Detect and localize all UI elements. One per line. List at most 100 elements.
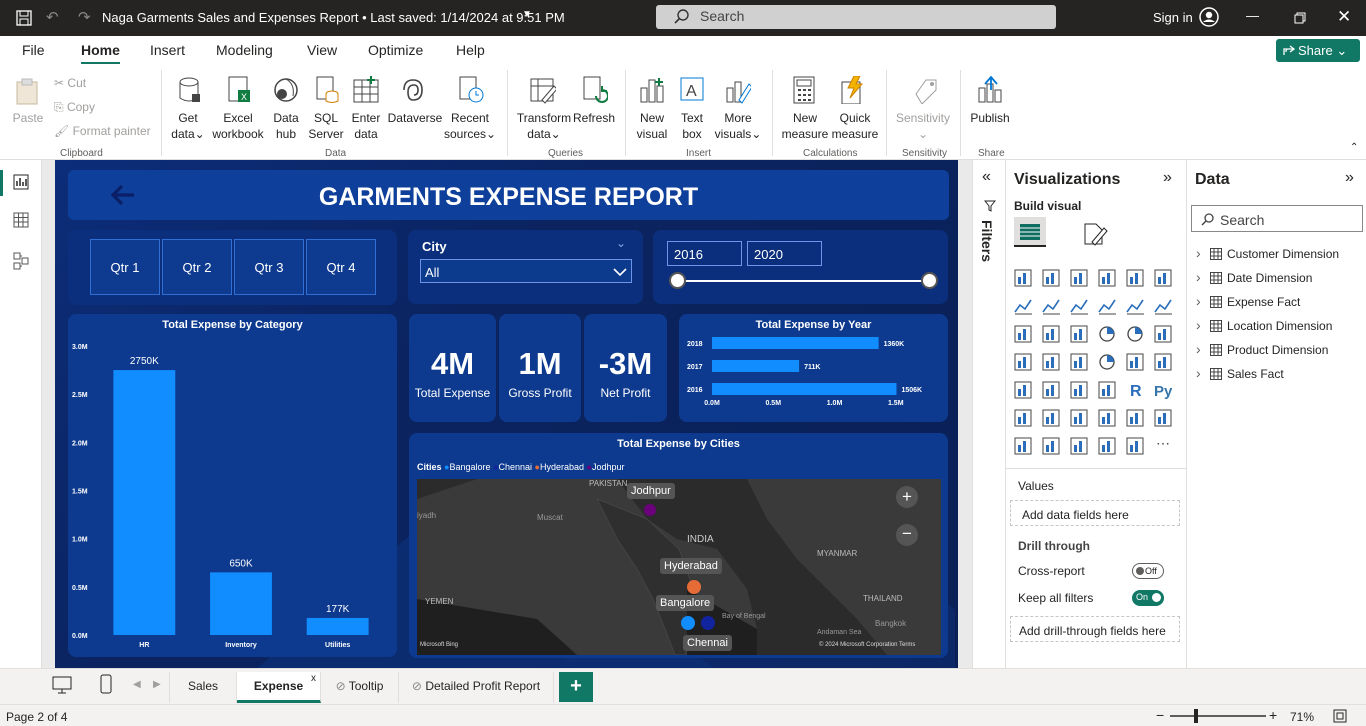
year-range-start-handle[interactable] bbox=[669, 272, 686, 289]
publish-button[interactable]: Publish bbox=[968, 110, 1012, 126]
line-clustered-icon[interactable] bbox=[1126, 299, 1144, 315]
year-from-input[interactable]: 2016 bbox=[667, 241, 742, 266]
page-tab-tooltip[interactable]: ⊘ Tooltip bbox=[321, 672, 399, 703]
zoom-out-icon[interactable]: − bbox=[1156, 707, 1164, 723]
year-range-end-handle[interactable] bbox=[921, 272, 938, 289]
expand-filters-icon[interactable]: « bbox=[982, 168, 991, 186]
custom-visual-icon[interactable] bbox=[1070, 437, 1088, 455]
format-visual-icon[interactable] bbox=[1082, 222, 1108, 246]
more-visuals-button[interactable]: More visuals⌄ bbox=[714, 110, 762, 142]
narrative-icon[interactable] bbox=[1098, 409, 1116, 427]
menu-insert[interactable]: Insert bbox=[150, 42, 185, 58]
add-drill-through-well[interactable]: Add drill-through fields here bbox=[1010, 616, 1180, 642]
quarter-button-4[interactable]: Qtr 4 bbox=[306, 239, 376, 295]
clustered-bar-icon[interactable] bbox=[1070, 269, 1088, 287]
zoom-in-icon[interactable]: + bbox=[1269, 707, 1277, 723]
quick-measure-button[interactable]: Quick measure bbox=[830, 110, 880, 142]
page-tab-expense[interactable]: Expense x bbox=[237, 672, 321, 703]
line-chart-icon[interactable] bbox=[1014, 299, 1032, 315]
chevron-right-icon[interactable]: › bbox=[1196, 269, 1201, 285]
quarter-button-1[interactable]: Qtr 1 bbox=[90, 239, 160, 295]
slicer-icon[interactable] bbox=[1042, 381, 1060, 399]
bubble-bangalore[interactable] bbox=[681, 616, 695, 630]
fit-to-page-icon[interactable] bbox=[1333, 709, 1347, 723]
menu-optimize[interactable]: Optimize bbox=[368, 42, 423, 58]
save-icon[interactable] bbox=[16, 10, 32, 26]
collapse-data-icon[interactable]: » bbox=[1345, 169, 1354, 187]
zoom-slider-track[interactable] bbox=[1170, 715, 1266, 717]
azure-map-icon[interactable] bbox=[1070, 353, 1088, 371]
map-zoom-out-button[interactable]: − bbox=[896, 524, 918, 546]
page-tab-detailed-profit[interactable]: ⊘ Detailed Profit Report bbox=[399, 672, 554, 703]
year-to-input[interactable]: 2020 bbox=[747, 241, 822, 266]
card-icon[interactable] bbox=[1126, 353, 1144, 371]
expense-by-category-chart[interactable]: Total Expense by Category 0.0M 0.5M 1.0M 1.… bbox=[68, 314, 397, 657]
expense-by-year-chart[interactable]: Total Expense by Year 2018 1360K 2017 711K 2… bbox=[679, 314, 948, 422]
refresh-button[interactable]: Refresh bbox=[572, 110, 616, 126]
text-box-button[interactable]: Text box bbox=[674, 110, 710, 142]
chevron-right-icon[interactable]: › bbox=[1196, 365, 1201, 381]
visual-type-gallery[interactable]: R Py ⋯ bbox=[1014, 268, 1184, 464]
city-dropdown[interactable]: All bbox=[420, 259, 632, 283]
account-icon[interactable] bbox=[1199, 7, 1219, 27]
data-hub-button[interactable]: Data hub bbox=[268, 110, 304, 142]
restore-icon[interactable] bbox=[1294, 12, 1306, 24]
zoom-slider-handle[interactable] bbox=[1194, 709, 1198, 723]
menu-home[interactable]: Home bbox=[81, 42, 120, 65]
menu-modeling[interactable]: Modeling bbox=[216, 42, 273, 58]
donut-chart-icon[interactable] bbox=[1127, 326, 1143, 342]
collapse-viz-icon[interactable]: » bbox=[1163, 169, 1172, 187]
close-icon[interactable]: ✕ bbox=[1337, 7, 1351, 27]
cut-button[interactable]: ✂ Cut bbox=[54, 75, 86, 91]
new-visual-button[interactable]: New visual bbox=[634, 110, 670, 142]
menu-file[interactable]: File bbox=[22, 42, 45, 58]
stacked-bar-icon[interactable] bbox=[1014, 269, 1032, 287]
model-view-icon[interactable] bbox=[13, 252, 29, 270]
waterfall-icon[interactable] bbox=[1014, 325, 1032, 343]
paste-button[interactable]: Paste bbox=[12, 110, 44, 126]
ribbon-chart-icon[interactable] bbox=[1154, 299, 1172, 315]
line-column-icon[interactable] bbox=[1098, 299, 1116, 315]
100-column-icon[interactable] bbox=[1154, 269, 1172, 287]
search-box[interactable]: Search bbox=[656, 5, 1056, 29]
add-data-fields-well[interactable]: Add data fields here bbox=[1010, 500, 1180, 526]
minimize-icon[interactable]: — bbox=[1246, 8, 1259, 23]
build-visual-tab[interactable] bbox=[1014, 217, 1046, 247]
dataverse-button[interactable]: Dataverse bbox=[387, 110, 443, 126]
close-tab-icon[interactable]: x bbox=[311, 665, 316, 693]
signin-link[interactable]: Sign in bbox=[1153, 10, 1193, 25]
desktop-layout-icon[interactable] bbox=[52, 676, 72, 694]
stacked-column-icon[interactable] bbox=[1042, 269, 1060, 287]
report-view-icon[interactable] bbox=[13, 174, 29, 190]
bubble-chennai[interactable] bbox=[701, 616, 715, 630]
menu-view[interactable]: View bbox=[307, 42, 337, 58]
map-icon[interactable] bbox=[1014, 353, 1032, 371]
expense-by-cities-map[interactable]: Total Expense by Cities Cities ●Bangalor… bbox=[409, 433, 948, 658]
decomposition-tree-icon[interactable] bbox=[1042, 409, 1060, 427]
title-dropdown-icon[interactable]: ▼ bbox=[522, 9, 532, 20]
multi-row-card-icon[interactable] bbox=[1154, 353, 1172, 371]
r-visual-icon[interactable]: R bbox=[1130, 383, 1142, 400]
table-view-icon[interactable] bbox=[13, 212, 29, 228]
share-button[interactable]: Share ⌄ bbox=[1276, 39, 1360, 62]
chevron-down-icon[interactable]: ⌄ bbox=[616, 236, 626, 250]
map-canvas[interactable]: PAKISTAN INDIA MYANMAR THAILAND YEMEN Mu… bbox=[417, 479, 941, 655]
undo-icon[interactable]: ↶ bbox=[46, 8, 59, 26]
add-page-button[interactable]: + bbox=[559, 672, 593, 702]
power-apps-icon[interactable] bbox=[1014, 437, 1032, 455]
chevron-visual-icon[interactable] bbox=[1126, 437, 1144, 455]
100-bar-icon[interactable] bbox=[1126, 269, 1144, 287]
bubble-hyderabad[interactable] bbox=[687, 580, 701, 594]
table-icon[interactable] bbox=[1070, 381, 1088, 399]
python-visual-icon[interactable]: Py bbox=[1154, 383, 1173, 400]
quarter-button-2[interactable]: Qtr 2 bbox=[162, 239, 232, 295]
map-zoom-in-button[interactable]: + bbox=[896, 486, 918, 508]
metrics-icon[interactable] bbox=[1154, 409, 1172, 427]
gauge-icon[interactable] bbox=[1099, 354, 1115, 370]
format-painter-button[interactable]: 🖌 Format painter bbox=[54, 123, 151, 139]
get-data-button[interactable]: Get data⌄ bbox=[168, 110, 208, 142]
key-influencers-icon[interactable] bbox=[1014, 409, 1032, 427]
enter-data-button[interactable]: Enter data bbox=[347, 110, 385, 142]
keep-filters-toggle[interactable]: On bbox=[1132, 590, 1164, 606]
chevron-right-icon[interactable]: › bbox=[1196, 293, 1201, 309]
